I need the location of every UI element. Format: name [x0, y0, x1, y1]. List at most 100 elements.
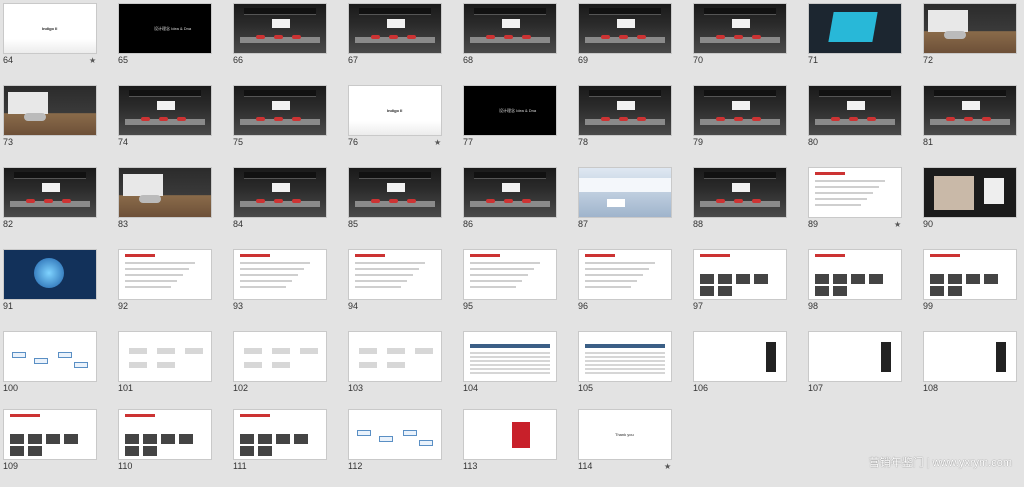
slide-thumbnail[interactable]: 82	[0, 164, 115, 245]
slide-preview[interactable]	[693, 85, 787, 136]
slide-thumbnail[interactable]: 110	[115, 406, 230, 487]
slide-thumbnail[interactable]: 70	[690, 0, 805, 81]
slide-thumbnail[interactable]: 74	[115, 82, 230, 163]
slide-thumbnail[interactable]: 88	[690, 164, 805, 245]
slide-thumbnail[interactable]: 66	[230, 0, 345, 81]
slide-thumbnail[interactable]: 67	[345, 0, 460, 81]
slide-thumbnail[interactable]: 84	[230, 164, 345, 245]
slide-thumbnail[interactable]: 93	[230, 246, 345, 327]
slide-preview[interactable]	[693, 167, 787, 218]
slide-preview[interactable]: 设计理念 Idea & Dna	[463, 85, 557, 136]
slide-preview[interactable]	[808, 167, 902, 218]
slide-preview[interactable]	[118, 331, 212, 382]
slide-thumbnail[interactable]: 96	[575, 246, 690, 327]
slide-preview[interactable]	[578, 331, 672, 382]
slide-thumbnail[interactable]: Indigo II 64 ★	[0, 0, 115, 81]
slide-thumbnail[interactable]: 71	[805, 0, 920, 81]
slide-thumbnail[interactable]: 75	[230, 82, 345, 163]
slide-thumbnail[interactable]: 104	[460, 328, 575, 409]
slide-thumbnail[interactable]: 103	[345, 328, 460, 409]
slide-preview[interactable]	[233, 331, 327, 382]
slide-thumbnail[interactable]: 108	[920, 328, 1024, 409]
slide-preview[interactable]	[3, 85, 97, 136]
slide-thumbnail[interactable]: 69	[575, 0, 690, 81]
slide-preview[interactable]	[233, 85, 327, 136]
slide-preview[interactable]	[463, 331, 557, 382]
slide-thumbnail[interactable]: 80	[805, 82, 920, 163]
slide-preview[interactable]: Indigo II	[348, 85, 442, 136]
slide-thumbnail[interactable]: 94	[345, 246, 460, 327]
slide-thumbnail[interactable]: 85	[345, 164, 460, 245]
slide-thumbnail[interactable]: 111	[230, 406, 345, 487]
slide-preview[interactable]	[923, 331, 1017, 382]
slide-preview[interactable]	[118, 167, 212, 218]
slide-preview[interactable]	[923, 249, 1017, 300]
slide-preview[interactable]	[3, 409, 97, 460]
slide-preview[interactable]	[348, 167, 442, 218]
slide-preview[interactable]	[463, 409, 557, 460]
slide-thumbnail[interactable]: 109	[0, 406, 115, 487]
slide-thumbnail[interactable]: 设计理念 Idea & Dna 65	[115, 0, 230, 81]
slide-thumbnail[interactable]: 91	[0, 246, 115, 327]
slide-preview[interactable]	[3, 331, 97, 382]
slide-thumbnail[interactable]: 107	[805, 328, 920, 409]
slide-thumbnail[interactable]: 78	[575, 82, 690, 163]
slide-thumbnail[interactable]: 100	[0, 328, 115, 409]
slide-preview[interactable]	[348, 249, 442, 300]
slide-preview[interactable]	[693, 331, 787, 382]
slide-preview[interactable]	[348, 331, 442, 382]
slide-thumbnail[interactable]: 113	[460, 406, 575, 487]
slide-preview[interactable]	[233, 3, 327, 54]
slide-thumbnail[interactable]: 106	[690, 328, 805, 409]
slide-preview[interactable]	[693, 249, 787, 300]
slide-preview[interactable]: Thank you	[578, 409, 672, 460]
slide-thumbnail[interactable]: 81	[920, 82, 1024, 163]
slide-thumbnail[interactable]: 83	[115, 164, 230, 245]
slide-preview[interactable]	[233, 409, 327, 460]
slide-thumbnail[interactable]: 97	[690, 246, 805, 327]
slide-thumbnail[interactable]: 112	[345, 406, 460, 487]
slide-preview[interactable]	[463, 3, 557, 54]
slide-thumbnail[interactable]: 86	[460, 164, 575, 245]
slide-preview[interactable]	[348, 3, 442, 54]
slide-thumbnail[interactable]: 87	[575, 164, 690, 245]
slide-preview[interactable]	[463, 249, 557, 300]
slide-preview[interactable]	[923, 167, 1017, 218]
slide-preview[interactable]	[348, 409, 442, 460]
slide-preview[interactable]	[808, 85, 902, 136]
slide-preview[interactable]	[3, 167, 97, 218]
slide-thumbnail[interactable]: 90	[920, 164, 1024, 245]
slide-thumbnail[interactable]: 92	[115, 246, 230, 327]
slide-preview[interactable]	[233, 167, 327, 218]
slide-preview[interactable]	[578, 167, 672, 218]
slide-preview[interactable]	[578, 3, 672, 54]
slide-thumbnail[interactable]: 98	[805, 246, 920, 327]
slide-preview[interactable]	[808, 331, 902, 382]
slide-thumbnail[interactable]: 68	[460, 0, 575, 81]
slide-preview[interactable]	[693, 3, 787, 54]
slide-thumbnail[interactable]: 101	[115, 328, 230, 409]
slide-thumbnail[interactable]: 73	[0, 82, 115, 163]
slide-preview[interactable]	[118, 409, 212, 460]
slide-preview[interactable]	[578, 249, 672, 300]
slide-thumbnail[interactable]: 99	[920, 246, 1024, 327]
slide-preview[interactable]	[923, 3, 1017, 54]
slide-thumbnail[interactable]: 设计理念 Idea & Dna 77	[460, 82, 575, 163]
slide-thumbnail[interactable]: 95	[460, 246, 575, 327]
slide-preview[interactable]: Indigo II	[3, 3, 97, 54]
slide-thumbnail[interactable]: 79	[690, 82, 805, 163]
slide-preview[interactable]	[233, 249, 327, 300]
slide-thumbnail[interactable]: Indigo II 76 ★	[345, 82, 460, 163]
slide-thumbnail[interactable]: 89 ★	[805, 164, 920, 245]
slide-preview[interactable]	[3, 249, 97, 300]
slide-preview[interactable]	[118, 85, 212, 136]
slide-preview[interactable]	[463, 167, 557, 218]
slide-preview[interactable]	[923, 85, 1017, 136]
slide-thumbnail[interactable]: 105	[575, 328, 690, 409]
slide-preview[interactable]	[808, 249, 902, 300]
slide-preview[interactable]	[118, 249, 212, 300]
slide-preview[interactable]: 设计理念 Idea & Dna	[118, 3, 212, 54]
slide-thumbnail[interactable]: 102	[230, 328, 345, 409]
slide-thumbnail[interactable]: 72	[920, 0, 1024, 81]
slide-preview[interactable]	[578, 85, 672, 136]
